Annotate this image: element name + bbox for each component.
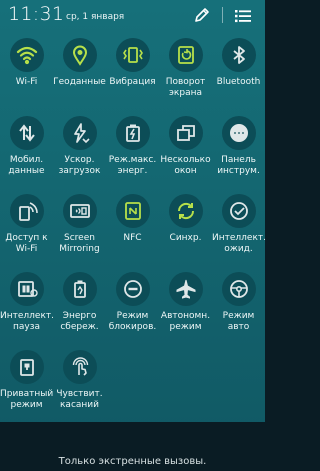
tile-label: Поворот экрана xyxy=(165,77,206,98)
tile-blocking-mode-button[interactable] xyxy=(115,272,150,306)
vibrate-icon xyxy=(122,47,143,63)
tile-vibration[interactable]: Вибрация xyxy=(106,36,159,114)
tile-multi-window-button[interactable] xyxy=(168,116,203,150)
tile-toolbox[interactable]: Панель инструм. xyxy=(212,114,265,192)
tile-label: Wi-Fi xyxy=(15,77,38,87)
tile-label: Screen Mirroring xyxy=(59,233,100,254)
tile-touch-sensitivity[interactable]: Чувствит. касаний xyxy=(53,348,106,426)
screen-rotation-icon xyxy=(177,46,194,64)
tile-nfc[interactable]: NFC xyxy=(106,192,159,270)
multi-window-icon xyxy=(176,125,195,141)
tile-rotation[interactable]: Поворот экрана xyxy=(159,36,212,114)
tile-wifi-button[interactable] xyxy=(9,38,44,72)
header-divider xyxy=(222,7,223,23)
tile-smart-pause[interactable]: Интеллект. пауза xyxy=(0,270,54,348)
tile-screen-mirroring[interactable]: Screen Mirroring xyxy=(53,192,106,270)
tile-download-booster-button[interactable] xyxy=(62,116,97,150)
tile-label: Ускор. загрузок xyxy=(58,155,101,176)
tile-screen-mirroring-button[interactable] xyxy=(62,194,97,228)
tile-sync[interactable]: Синхр. xyxy=(159,192,212,270)
clock: 11:31 xyxy=(8,3,65,25)
tile-label: Режим авто xyxy=(222,311,255,332)
tile-label: Приватный режим xyxy=(0,389,54,410)
list-icon xyxy=(235,10,251,23)
mobile-data-icon xyxy=(18,124,35,142)
blocking-mode-icon xyxy=(123,280,142,298)
tile-label: NFC xyxy=(123,233,142,243)
edit-button[interactable] xyxy=(191,4,213,26)
tile-airplane[interactable]: Автономн. режим xyxy=(159,270,212,348)
tile-label: Автономн. режим xyxy=(160,311,211,332)
touch-sensitivity-icon xyxy=(72,357,88,376)
tile-ultra-power-saving-button[interactable] xyxy=(115,116,150,150)
tile-blocking-mode[interactable]: Режим блокиров. xyxy=(106,270,159,348)
tile-smart-pause-button[interactable] xyxy=(9,272,44,306)
tile-car-mode[interactable]: Режим авто xyxy=(212,270,265,348)
power-saving-icon xyxy=(73,280,86,298)
wifi-icon xyxy=(16,46,37,65)
tile-sync-button[interactable] xyxy=(168,194,203,228)
private-mode-icon xyxy=(19,359,34,376)
ultra-power-saving-icon xyxy=(125,124,140,142)
download-booster-icon xyxy=(73,123,90,144)
tile-label: Мобил. данные xyxy=(8,155,45,176)
tile-private-mode[interactable]: Приватный режим xyxy=(0,348,53,426)
tile-label: Интеллект. пауза xyxy=(0,311,54,332)
nfc-icon xyxy=(124,202,141,220)
tile-label: Доступ к Wi-Fi xyxy=(5,233,48,254)
tile-nfc-button[interactable] xyxy=(115,194,150,228)
tile-wifi-hotspot[interactable]: Доступ к Wi-Fi xyxy=(0,192,53,270)
tile-smart-stay-button[interactable] xyxy=(221,194,256,228)
tile-label: Режим блокиров. xyxy=(108,311,157,332)
pencil-icon xyxy=(195,8,209,22)
tile-label: Синхр. xyxy=(169,233,202,243)
tile-touch-sensitivity-button[interactable] xyxy=(62,350,97,384)
tile-power-saving-button[interactable] xyxy=(62,272,97,306)
tile-download-booster[interactable]: Ускор. загрузок xyxy=(53,114,106,192)
screen-mirroring-icon xyxy=(69,204,90,218)
tile-multi-window[interactable]: Несколько окон xyxy=(159,114,212,192)
tile-airplane-button[interactable] xyxy=(168,272,203,306)
wifi-hotspot-icon xyxy=(18,202,38,221)
quick-settings-panel: 11:31 ср, 1 января Wi-Fi Геоданные Вибра… xyxy=(0,0,266,471)
tile-label: Чувствит. касаний xyxy=(56,389,103,410)
tile-wifi-hotspot-button[interactable] xyxy=(9,194,44,228)
tile-vibration-button[interactable] xyxy=(115,38,150,72)
tile-toolbox-button[interactable] xyxy=(221,116,256,150)
date: ср, 1 января xyxy=(66,12,125,22)
tile-mobile-data-button[interactable] xyxy=(9,116,44,150)
tile-location[interactable]: Геоданные xyxy=(53,36,106,114)
bluetooth-icon xyxy=(232,46,245,64)
tile-car-mode-button[interactable] xyxy=(221,272,256,306)
tile-label: Вибрация xyxy=(109,77,156,87)
smart-stay-icon xyxy=(229,202,248,220)
tile-bluetooth-button[interactable] xyxy=(221,38,256,72)
toolbox-icon xyxy=(229,124,248,142)
settings-list-button[interactable] xyxy=(232,5,254,27)
tile-location-button[interactable] xyxy=(62,38,97,72)
car-mode-icon xyxy=(229,280,248,298)
tile-wifi[interactable]: Wi-Fi xyxy=(0,36,53,114)
tile-label: Bluetooth xyxy=(216,77,261,87)
tile-label: Геоданные xyxy=(53,77,106,87)
smart-pause-icon xyxy=(17,281,38,297)
status-header: 11:31 ср, 1 января xyxy=(0,0,265,32)
tile-bluetooth[interactable]: Bluetooth xyxy=(212,36,265,114)
tile-label: Панель инструм. xyxy=(217,155,260,176)
location-pin-icon xyxy=(72,45,87,66)
airplane-icon xyxy=(176,279,195,299)
tile-ultra-power-saving[interactable]: Реж.макс. энерг. xyxy=(106,114,159,192)
sync-icon xyxy=(177,202,194,220)
tile-label: Энерго сбереж. xyxy=(60,311,99,332)
tile-label: Интеллект. ожид. xyxy=(212,233,266,254)
tile-smart-stay[interactable]: Интеллект. ожид. xyxy=(212,192,266,270)
tile-label: Реж.макс. энерг. xyxy=(108,155,157,176)
tile-mobile-data[interactable]: Мобил. данные xyxy=(0,114,53,192)
tile-label: Несколько окон xyxy=(160,155,211,176)
tile-power-saving[interactable]: Энерго сбереж. xyxy=(53,270,106,348)
tile-rotation-button[interactable] xyxy=(168,38,203,72)
tile-private-mode-button[interactable] xyxy=(9,350,44,384)
emergency-calls-only-text: Только экстренные вызовы. xyxy=(58,456,207,467)
